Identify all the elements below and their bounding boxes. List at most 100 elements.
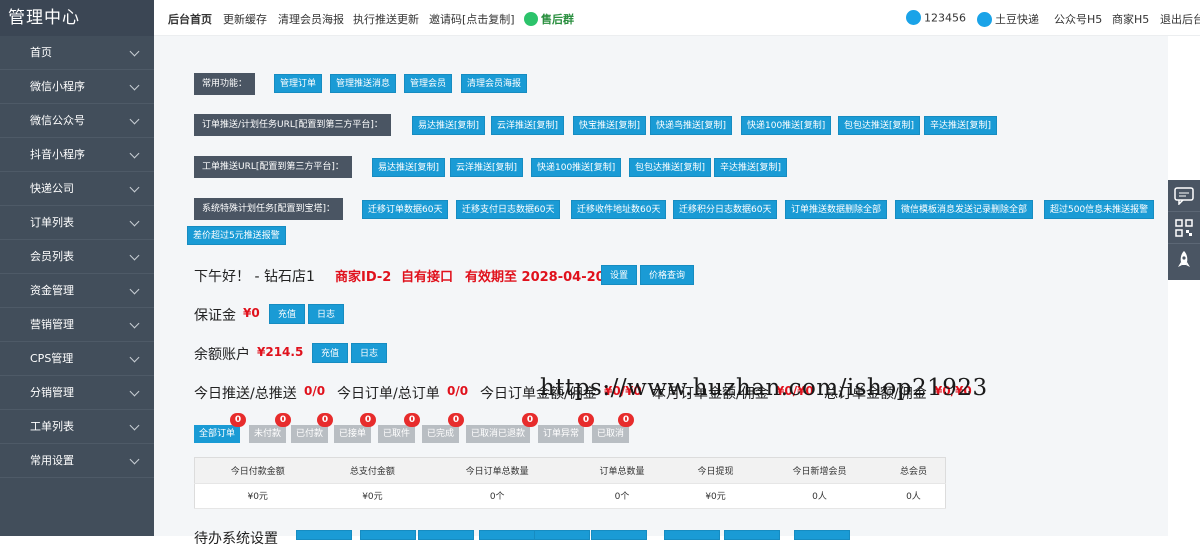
deposit-recharge-button[interactable]: 充值: [269, 304, 306, 324]
chevron-down-icon: [129, 216, 140, 227]
todo-settings-button[interactable]: [418, 530, 474, 540]
system-task-button[interactable]: 迁移积分日志数据60天: [673, 200, 778, 219]
manage-orders-button[interactable]: 管理订单: [274, 74, 323, 93]
order-status-tab[interactable]: 已取件: [378, 425, 416, 443]
todo-settings-button[interactable]: [591, 530, 647, 540]
chevron-down-icon: [129, 352, 140, 363]
nav-home-link[interactable]: 后台首页: [168, 11, 212, 27]
sidebar-item[interactable]: 抖音小程序: [0, 138, 154, 172]
nav-clear-posters-link[interactable]: 清理会员海报: [278, 11, 344, 27]
todo-settings-button[interactable]: [794, 530, 850, 540]
order-push-copy-button[interactable]: 易达推送[复制]: [412, 116, 486, 135]
chevron-down-icon: [129, 386, 140, 397]
manage-members-button[interactable]: 管理会员: [404, 74, 453, 93]
sidebar-item-label: 抖音小程序: [30, 148, 85, 161]
balance-log-button[interactable]: 日志: [351, 343, 388, 363]
nav-invite-code-link[interactable]: 邀请码[点击复制]: [429, 11, 515, 27]
nav-update-cache-link[interactable]: 更新缓存: [223, 11, 267, 27]
settings-button[interactable]: 设置: [601, 265, 638, 285]
sidebar-item[interactable]: 常用设置: [0, 444, 154, 478]
order-status-tab[interactable]: 已付款: [291, 425, 329, 443]
ticket-push-label: 工单推送URL[配置到第三方平台]：: [194, 156, 352, 178]
order-push-copy-button[interactable]: 辛达推送[复制]: [924, 116, 998, 135]
price-query-button[interactable]: 价格查询: [640, 265, 695, 285]
stats-value-cell: ¥0元: [320, 483, 425, 509]
merchant-id: 商家ID-2: [335, 270, 392, 285]
common-functions-label: 常用功能：: [194, 73, 256, 95]
system-task-button[interactable]: 迁移订单数据60天: [362, 200, 449, 219]
order-push-copy-button[interactable]: 快递100推送[复制]: [741, 116, 832, 135]
balance-recharge-button[interactable]: 充值: [312, 343, 349, 363]
rocket-icon[interactable]: [1168, 244, 1200, 276]
logout-link[interactable]: 退出后台: [1160, 11, 1200, 27]
order-status-tab[interactable]: 全部订单: [194, 425, 241, 443]
chevron-down-icon: [129, 80, 140, 91]
sidebar-item[interactable]: 首页: [0, 36, 154, 70]
order-status-tab[interactable]: 订单异常: [538, 425, 585, 443]
ticket-push-copy-button[interactable]: 包包达推送[复制]: [629, 158, 712, 177]
clear-posters-button[interactable]: 清理会员海报: [461, 74, 528, 93]
sidebar-item-label: 资金管理: [30, 284, 74, 297]
sidebar-item[interactable]: CPS管理: [0, 342, 154, 376]
ticket-push-copy-button[interactable]: 快递100推送[复制]: [531, 158, 622, 177]
stats-value-cell: 0个: [424, 483, 570, 509]
official-h5-link[interactable]: 公众号H5: [1054, 11, 1102, 27]
phone-icon: [977, 11, 992, 27]
sidebar-item-label: 分销管理: [30, 386, 74, 399]
system-task-button[interactable]: 迁移支付日志数据60天: [456, 200, 561, 219]
chevron-down-icon: [129, 182, 140, 193]
sidebar-item[interactable]: 快递公司: [0, 172, 154, 206]
order-push-copy-button[interactable]: 包包达推送[复制]: [838, 116, 921, 135]
sidebar: 管理中心 首页 微信小程序微信公众号抖音小程序快递公司订单列表会员列表资金管理营销…: [0, 0, 154, 536]
todo-settings-button[interactable]: [479, 530, 535, 540]
system-task-button[interactable]: 差价超过5元推送报警: [187, 226, 286, 245]
sidebar-item[interactable]: 营销管理: [0, 308, 154, 342]
system-task-button[interactable]: 迁移收件地址数60天: [571, 200, 667, 219]
sidebar-item[interactable]: 会员列表: [0, 240, 154, 274]
ticket-push-copy-button[interactable]: 辛达推送[复制]: [714, 158, 788, 177]
sidebar-title: 管理中心: [0, 0, 154, 36]
order-push-copy-button[interactable]: 快递鸟推送[复制]: [650, 116, 733, 135]
todo-settings-button[interactable]: [296, 530, 352, 540]
order-status-tab[interactable]: 已完成: [422, 425, 460, 443]
sidebar-item-label: CPS管理: [30, 352, 74, 365]
manage-push-messages-button[interactable]: 管理推送消息: [330, 74, 397, 93]
sidebar-item[interactable]: 工单列表: [0, 410, 154, 444]
system-task-button[interactable]: 订单推送数据删除全部: [785, 200, 888, 219]
brand-link[interactable]: 土豆快递: [977, 11, 1039, 28]
system-task-button[interactable]: 微信模板消息发送记录删除全部: [895, 200, 1034, 219]
nav-support-group-link[interactable]: 售后群: [524, 11, 574, 27]
merchant-h5-link[interactable]: 商家H5: [1112, 11, 1149, 27]
todo-settings-button[interactable]: [534, 530, 590, 540]
stats-value-cell: 0个: [569, 483, 674, 509]
deposit-log-button[interactable]: 日志: [308, 304, 345, 324]
sidebar-item[interactable]: 分销管理: [0, 376, 154, 410]
ticket-push-copy-button[interactable]: 云洋推送[复制]: [450, 158, 524, 177]
chat-icon[interactable]: [1168, 180, 1200, 212]
order-status-tab[interactable]: 已取消已退款: [466, 425, 531, 443]
order-status-tab[interactable]: 已取消: [592, 425, 630, 443]
system-task-button[interactable]: 超过500信息未推送报警: [1044, 200, 1155, 219]
order-push-copy-button[interactable]: 云洋推送[复制]: [491, 116, 565, 135]
sidebar-item[interactable]: 微信小程序: [0, 70, 154, 104]
ticket-push-copy-button[interactable]: 易达推送[复制]: [372, 158, 446, 177]
stats-header-cell: 订单总数量: [569, 457, 674, 484]
count-badge: 0: [618, 413, 634, 427]
order-status-tab[interactable]: 未付款: [249, 425, 287, 443]
sidebar-item[interactable]: 资金管理: [0, 274, 154, 308]
sidebar-item-label: 微信公众号: [30, 114, 85, 127]
todo-settings-button[interactable]: [360, 530, 416, 540]
order-push-copy-button[interactable]: 快宝推送[复制]: [573, 116, 647, 135]
nav-run-push-link[interactable]: 执行推送更新: [353, 11, 419, 27]
todo-settings-button[interactable]: [664, 530, 720, 540]
sidebar-item[interactable]: 微信公众号: [0, 104, 154, 138]
sidebar-item[interactable]: 订单列表: [0, 206, 154, 240]
qrcode-icon[interactable]: [1168, 212, 1200, 244]
qq-contact[interactable]: 123456: [906, 10, 966, 26]
stats-table: 今日付款金额 总支付金额 今日订单总数量 订单总数量 今日提现 今日新增会员 总会员 ¥0元…: [194, 457, 946, 509]
count-badge: 0: [522, 413, 538, 427]
todo-settings-button[interactable]: [724, 530, 780, 540]
stats-header-cell: 总支付金额: [320, 457, 425, 484]
order-status-tab[interactable]: 已接单: [334, 425, 372, 443]
sidebar-item-label: 订单列表: [30, 216, 74, 229]
